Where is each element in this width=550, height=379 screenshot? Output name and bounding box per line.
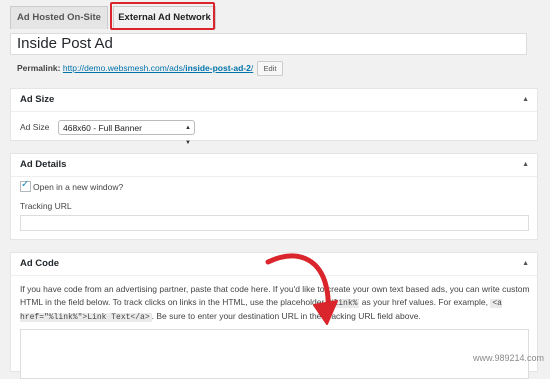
- ad-size-header[interactable]: Ad Size ▲: [11, 89, 537, 112]
- tab-ad-hosted-on-site[interactable]: Ad Hosted On-Site: [10, 6, 108, 29]
- edit-permalink-button[interactable]: Edit: [257, 61, 283, 76]
- ad-code-description: If you have code from an advertising par…: [20, 283, 532, 324]
- permalink: Permalink: http://demo.websmesh.com/ads/…: [17, 63, 253, 73]
- ad-size-box: Ad Size ▲ Ad Size 468x60 - Full Banner ▲…: [10, 88, 538, 146]
- post-title-input[interactable]: Inside Post Ad: [10, 33, 527, 55]
- collapse-arrow-icon[interactable]: ▲: [522, 89, 529, 111]
- checkmark-icon: ✓: [21, 179, 30, 190]
- permalink-url-slug: inside-post-ad-2: [185, 63, 251, 73]
- ad-code-textarea[interactable]: [20, 329, 529, 379]
- ad-code-box: Ad Code ▲ If you have code from an adver…: [10, 252, 538, 379]
- collapse-arrow-icon[interactable]: ▲: [522, 154, 529, 176]
- ad-code-header[interactable]: Ad Code ▲: [11, 253, 537, 276]
- tracking-url-label: Tracking URL: [20, 201, 72, 211]
- desc-part-2: as your href values. For example,: [359, 297, 491, 307]
- ad-code-heading: Ad Code: [20, 258, 60, 269]
- placeholder-code: %link%: [326, 299, 360, 308]
- ad-size-label: Ad Size: [20, 122, 50, 132]
- new-window-label: Open in a new window?: [33, 182, 124, 192]
- permalink-url-suffix: /: [250, 63, 254, 73]
- ad-details-header[interactable]: Ad Details ▲: [11, 154, 537, 177]
- permalink-link[interactable]: http://demo.websmesh.com/ads/inside-post…: [63, 63, 253, 73]
- ad-size-select[interactable]: 468x60 - Full Banner ▲ ▼: [58, 120, 195, 146]
- tab-highlight-box: [110, 2, 215, 30]
- ad-size-heading: Ad Size: [20, 94, 55, 105]
- tracking-url-input[interactable]: [20, 215, 529, 231]
- new-window-checkbox[interactable]: ✓: [20, 179, 31, 192]
- ad-size-selected-value: 468x60 - Full Banner: [63, 123, 142, 133]
- ad-details-heading: Ad Details: [20, 159, 67, 170]
- permalink-url-prefix: http://demo.websmesh.com/ads/: [62, 63, 186, 73]
- select-updown-icon: ▲ ▼: [185, 125, 191, 146]
- permalink-label: Permalink:: [17, 63, 61, 73]
- desc-part-3: . Be sure to enter your destination URL …: [151, 311, 421, 321]
- ad-details-box: Ad Details ▲ ✓ Open in a new window? Tra…: [10, 153, 538, 240]
- collapse-arrow-icon[interactable]: ▲: [522, 253, 529, 275]
- watermark: www.989214.com: [472, 353, 544, 363]
